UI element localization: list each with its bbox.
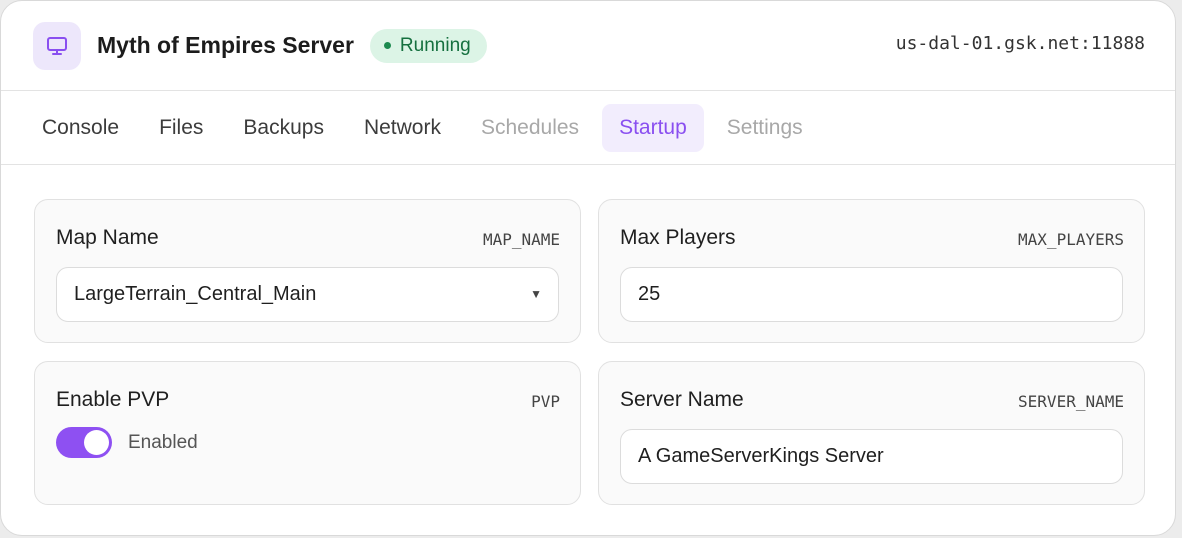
tab-bar: Console Files Backups Network Schedules … xyxy=(1,91,1175,165)
variable-label: Enable PVP xyxy=(56,388,170,411)
server-panel: Myth of Empires Server Running us-dal-01… xyxy=(0,0,1176,536)
variable-key: PVP xyxy=(531,392,560,411)
pvp-state-label: Enabled xyxy=(128,432,198,453)
server-name-input[interactable] xyxy=(620,429,1123,484)
status-label: Running xyxy=(399,34,471,56)
variable-card-pvp: Enable PVP PVP Enabled xyxy=(34,361,581,505)
monitor-icon xyxy=(33,21,81,70)
tab-backups[interactable]: Backups xyxy=(226,104,341,152)
variable-key: SERVER_NAME xyxy=(1018,392,1124,411)
tab-settings[interactable]: Settings xyxy=(710,104,820,152)
caret-down-icon: ▼ xyxy=(530,287,542,301)
status-badge: Running xyxy=(369,28,487,63)
map-name-value: LargeTerrain_Central_Main xyxy=(74,283,317,305)
map-name-select[interactable]: LargeTerrain_Central_Main ▼ xyxy=(56,267,559,322)
tab-schedules[interactable]: Schedules xyxy=(464,104,596,152)
variable-label: Max Players xyxy=(620,226,736,249)
tab-files[interactable]: Files xyxy=(142,104,220,152)
tab-network[interactable]: Network xyxy=(347,104,458,152)
server-header: Myth of Empires Server Running us-dal-01… xyxy=(1,1,1175,91)
server-address: us-dal-01.gsk.net:11888 xyxy=(895,33,1145,54)
variable-card-max-players: Max Players MAX_PLAYERS xyxy=(598,199,1145,343)
tab-console[interactable]: Console xyxy=(25,104,136,152)
variable-card-server-name: Server Name SERVER_NAME xyxy=(598,361,1145,505)
variable-label: Server Name xyxy=(620,388,744,411)
variable-key: MAP_NAME xyxy=(482,230,560,249)
status-dot-icon xyxy=(383,42,391,49)
variable-card-map-name: Map Name MAP_NAME LargeTerrain_Central_M… xyxy=(34,199,581,343)
server-title: Myth of Empires Server xyxy=(97,32,354,58)
startup-variables: Map Name MAP_NAME LargeTerrain_Central_M… xyxy=(34,199,1145,505)
pvp-toggle[interactable] xyxy=(56,427,112,458)
toggle-knob xyxy=(84,430,109,455)
tab-startup[interactable]: Startup xyxy=(602,103,704,152)
max-players-input[interactable] xyxy=(620,267,1123,322)
variable-label: Map Name xyxy=(56,226,159,249)
variable-key: MAX_PLAYERS xyxy=(1018,230,1124,249)
